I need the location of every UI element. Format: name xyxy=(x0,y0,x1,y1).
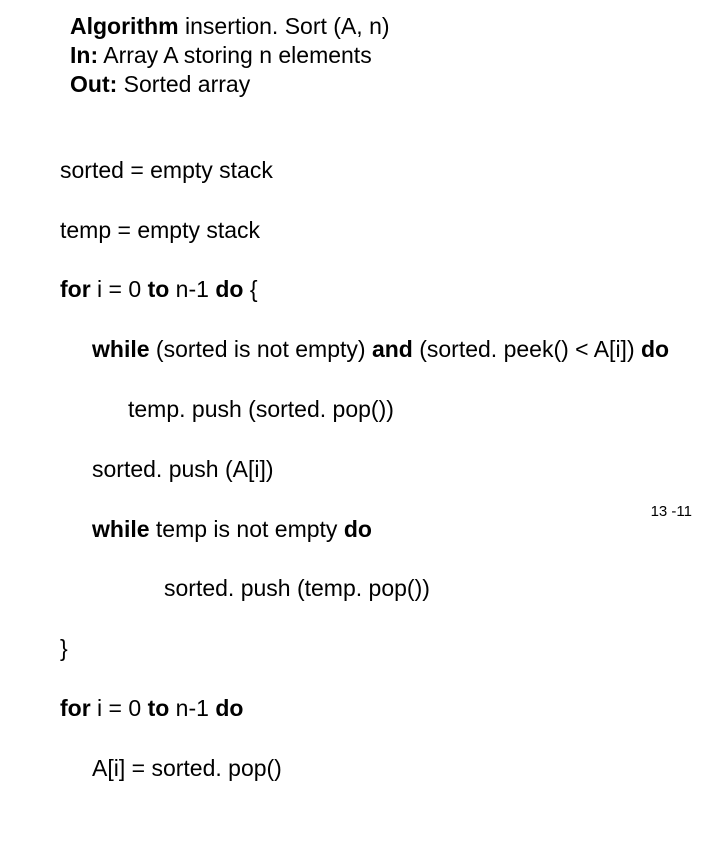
header-line-1: Algorithm insertion. Sort (A, n) xyxy=(70,12,680,41)
algorithm-signature: insertion. Sort (A, n) xyxy=(179,13,390,39)
do-keyword: do xyxy=(215,695,243,721)
code-line: } xyxy=(60,634,680,664)
in-keyword: In: xyxy=(70,42,98,68)
pseudocode-body: sorted = empty stack temp = empty stack … xyxy=(60,126,680,843)
code-text: sorted = empty stack xyxy=(60,157,273,183)
code-line: sorted. push (temp. pop()) xyxy=(60,574,680,604)
while-keyword: while xyxy=(92,516,150,542)
algorithm-keyword: Algorithm xyxy=(70,13,179,39)
while-keyword: while xyxy=(92,336,150,362)
code-line: temp. push (sorted. pop()) xyxy=(60,395,680,425)
code-text: i = 0 xyxy=(91,695,148,721)
code-text: (sorted is not empty) xyxy=(150,336,372,362)
algorithm-header: Algorithm insertion. Sort (A, n) In: Arr… xyxy=(70,12,680,98)
out-text: Sorted array xyxy=(117,71,250,97)
for-keyword: for xyxy=(60,276,91,302)
code-line: for i = 0 to n-1 do xyxy=(60,694,680,724)
to-keyword: to xyxy=(148,276,170,302)
code-line: for i = 0 to n-1 do { xyxy=(60,275,680,305)
code-text: (sorted. peek() < A[i]) xyxy=(413,336,641,362)
out-keyword: Out: xyxy=(70,71,117,97)
page-number: 13 -11 xyxy=(651,503,692,520)
to-keyword: to xyxy=(148,695,170,721)
code-line: temp = empty stack xyxy=(60,216,680,246)
header-line-3: Out: Sorted array xyxy=(70,70,680,99)
header-line-2: In: Array A storing n elements xyxy=(70,41,680,70)
slide: Algorithm insertion. Sort (A, n) In: Arr… xyxy=(0,0,720,540)
code-text: { xyxy=(243,276,257,302)
code-text: temp = empty stack xyxy=(60,217,260,243)
and-keyword: and xyxy=(372,336,413,362)
code-line: while (sorted is not empty) and (sorted.… xyxy=(60,335,680,365)
code-line: A[i] = sorted. pop() xyxy=(60,754,680,784)
code-text: A[i] = sorted. pop() xyxy=(92,755,282,781)
code-text: sorted. push (A[i]) xyxy=(92,456,274,482)
in-text: Array A storing n elements xyxy=(98,42,372,68)
do-keyword: do xyxy=(344,516,372,542)
code-text: temp. push (sorted. pop()) xyxy=(128,396,394,422)
code-text: } xyxy=(60,635,68,661)
code-text: i = 0 xyxy=(91,276,148,302)
code-text: sorted. push (temp. pop()) xyxy=(164,575,430,601)
code-line: sorted. push (A[i]) xyxy=(60,455,680,485)
do-keyword: do xyxy=(641,336,669,362)
do-keyword: do xyxy=(215,276,243,302)
code-text: n-1 xyxy=(169,276,215,302)
code-line: sorted = empty stack xyxy=(60,156,680,186)
for-keyword: for xyxy=(60,695,91,721)
code-text: n-1 xyxy=(169,695,215,721)
code-text: temp is not empty xyxy=(150,516,344,542)
